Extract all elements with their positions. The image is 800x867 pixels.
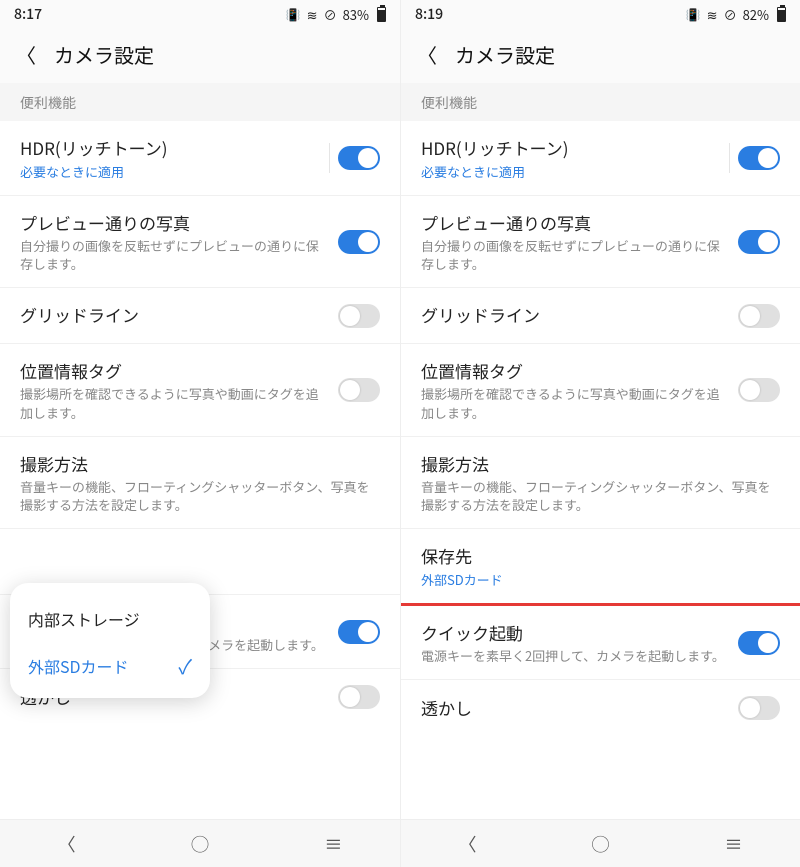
popup-option-label: 外部SDカード — [28, 654, 129, 678]
vibrate-icon — [286, 6, 301, 23]
battery-icon — [777, 7, 786, 22]
setting-title: 撮影方法 — [421, 451, 780, 476]
setting-sub: 電源キーを素早く2回押して、カメラを起動します。 — [421, 647, 726, 665]
popup-option-sdcard[interactable]: 外部SDカード ✓ — [10, 641, 210, 690]
setting-sub: 外部SDカード — [421, 570, 780, 589]
setting-sub: 音量キーの機能、フローティングシャッターボタン、写真を撮影する方法を設定します。 — [421, 478, 780, 514]
nav-recent-icon[interactable]: ≡ — [324, 831, 342, 857]
battery-percent: 83% — [343, 5, 369, 24]
nav-bar: 〈 ◯ ≡ — [0, 819, 400, 867]
nav-home-icon[interactable]: ◯ — [592, 831, 610, 857]
setting-quick[interactable]: クイック起動 電源キーを素早く2回押して、カメラを起動します。 — [401, 606, 800, 680]
section-label: 便利機能 — [0, 83, 400, 121]
nav-recent-icon[interactable]: ≡ — [725, 831, 743, 857]
popup-option-label: 内部ストレージ — [28, 607, 140, 631]
setting-location[interactable]: 位置情報タグ 撮影場所を確認できるように写真や動画にタグを追加します。 — [401, 344, 800, 436]
battery-percent: 82% — [743, 5, 769, 24]
setting-title: 位置情報タグ — [20, 358, 326, 383]
toggle-preview[interactable] — [338, 230, 380, 254]
toggle-grid[interactable] — [738, 304, 780, 328]
vibrate-icon — [686, 6, 701, 23]
setting-shooting[interactable]: 撮影方法 音量キーの機能、フローティングシャッターボタン、写真を撮影する方法を設… — [401, 437, 800, 529]
setting-title: プレビュー通りの写真 — [20, 210, 326, 235]
status-time: 8:19 — [415, 4, 443, 24]
setting-title: グリッドライン — [421, 302, 726, 327]
setting-hdr[interactable]: HDR(リッチトーン) 必要なときに適用 — [0, 121, 400, 196]
setting-title: クイック起動 — [421, 620, 726, 645]
setting-sub: 必要なときに適用 — [20, 162, 317, 181]
page-header: 〈 カメラ設定 — [0, 28, 400, 83]
page-title: カメラ設定 — [54, 40, 154, 69]
setting-sub: 自分撮りの画像を反転せずにプレビューの通りに保存します。 — [20, 237, 326, 273]
setting-hdr[interactable]: HDR(リッチトーン) 必要なときに適用 — [401, 121, 800, 196]
no-sim-icon — [324, 5, 337, 24]
back-icon[interactable]: 〈 — [16, 40, 36, 69]
setting-sub: 自分撮りの画像を反転せずにプレビューの通りに保存します。 — [421, 237, 726, 273]
setting-preview[interactable]: プレビュー通りの写真 自分撮りの画像を反転せずにプレビューの通りに保存します。 — [401, 196, 800, 288]
check-icon: ✓ — [178, 651, 192, 680]
setting-title: グリッドライン — [20, 302, 326, 327]
setting-sub: 必要なときに適用 — [421, 162, 717, 181]
setting-preview[interactable]: プレビュー通りの写真 自分撮りの画像を反転せずにプレビューの通りに保存します。 — [0, 196, 400, 288]
nav-back-icon[interactable]: 〈 — [459, 831, 477, 857]
setting-title: 位置情報タグ — [421, 358, 726, 383]
setting-storage[interactable]: 保存先 外部SDカード — [401, 529, 800, 603]
phone-right: 8:19 82% 〈 カメラ設定 便利機能 HDR(リッチトーン) 必要なときに… — [400, 0, 800, 867]
status-time: 8:17 — [14, 4, 42, 24]
battery-icon — [377, 7, 386, 22]
setting-title: 撮影方法 — [20, 451, 380, 476]
toggle-watermark[interactable] — [738, 696, 780, 720]
settings-list: HDR(リッチトーン) 必要なときに適用 プレビュー通りの写真 自分撮りの画像を… — [401, 121, 800, 819]
setting-title: HDR(リッチトーン) — [20, 135, 317, 160]
divider — [729, 143, 730, 173]
toggle-quick[interactable] — [738, 631, 780, 655]
wifi-icon — [707, 5, 718, 24]
divider — [329, 143, 330, 173]
setting-grid[interactable]: グリッドライン — [401, 288, 800, 344]
setting-sub: 撮影場所を確認できるように写真や動画にタグを追加します。 — [20, 385, 326, 421]
setting-title: 透かし — [421, 695, 726, 720]
toggle-quick[interactable] — [338, 620, 380, 644]
toggle-hdr[interactable] — [738, 146, 780, 170]
status-bar: 8:19 82% — [401, 0, 800, 28]
setting-location[interactable]: 位置情報タグ 撮影場所を確認できるように写真や動画にタグを追加します。 — [0, 344, 400, 436]
toggle-location[interactable] — [738, 378, 780, 402]
no-sim-icon — [724, 5, 737, 24]
setting-title: プレビュー通りの写真 — [421, 210, 726, 235]
toggle-location[interactable] — [338, 378, 380, 402]
nav-bar: 〈 ◯ ≡ — [401, 819, 800, 867]
storage-popup: 内部ストレージ 外部SDカード ✓ — [10, 583, 210, 698]
setting-sub: 撮影場所を確認できるように写真や動画にタグを追加します。 — [421, 385, 726, 421]
setting-shooting[interactable]: 撮影方法 音量キーの機能、フローティングシャッターボタン、写真を撮影する方法を設… — [0, 437, 400, 529]
setting-title: 保存先 — [421, 543, 780, 568]
toggle-watermark[interactable] — [338, 685, 380, 709]
back-icon[interactable]: 〈 — [417, 40, 437, 69]
phone-left: 8:17 83% 〈 カメラ設定 便利機能 HDR(リッチトーン) 必要なときに… — [0, 0, 400, 867]
setting-title: HDR(リッチトーン) — [421, 135, 717, 160]
setting-watermark[interactable]: 透かし — [401, 680, 800, 736]
nav-back-icon[interactable]: 〈 — [58, 831, 76, 857]
setting-grid[interactable]: グリッドライン — [0, 288, 400, 344]
nav-home-icon[interactable]: ◯ — [191, 831, 209, 857]
toggle-hdr[interactable] — [338, 146, 380, 170]
toggle-preview[interactable] — [738, 230, 780, 254]
status-bar: 8:17 83% — [0, 0, 400, 28]
toggle-grid[interactable] — [338, 304, 380, 328]
page-title: カメラ設定 — [455, 40, 555, 69]
status-icons: 82% — [686, 5, 786, 24]
section-label: 便利機能 — [401, 83, 800, 121]
wifi-icon — [307, 5, 318, 24]
settings-list: HDR(リッチトーン) 必要なときに適用 プレビュー通りの写真 自分撮りの画像を… — [0, 121, 400, 819]
status-icons: 83% — [286, 5, 386, 24]
setting-sub: 音量キーの機能、フローティングシャッターボタン、写真を撮影する方法を設定します。 — [20, 478, 380, 514]
popup-option-internal[interactable]: 内部ストレージ — [10, 597, 210, 641]
page-header: 〈 カメラ設定 — [401, 28, 800, 83]
